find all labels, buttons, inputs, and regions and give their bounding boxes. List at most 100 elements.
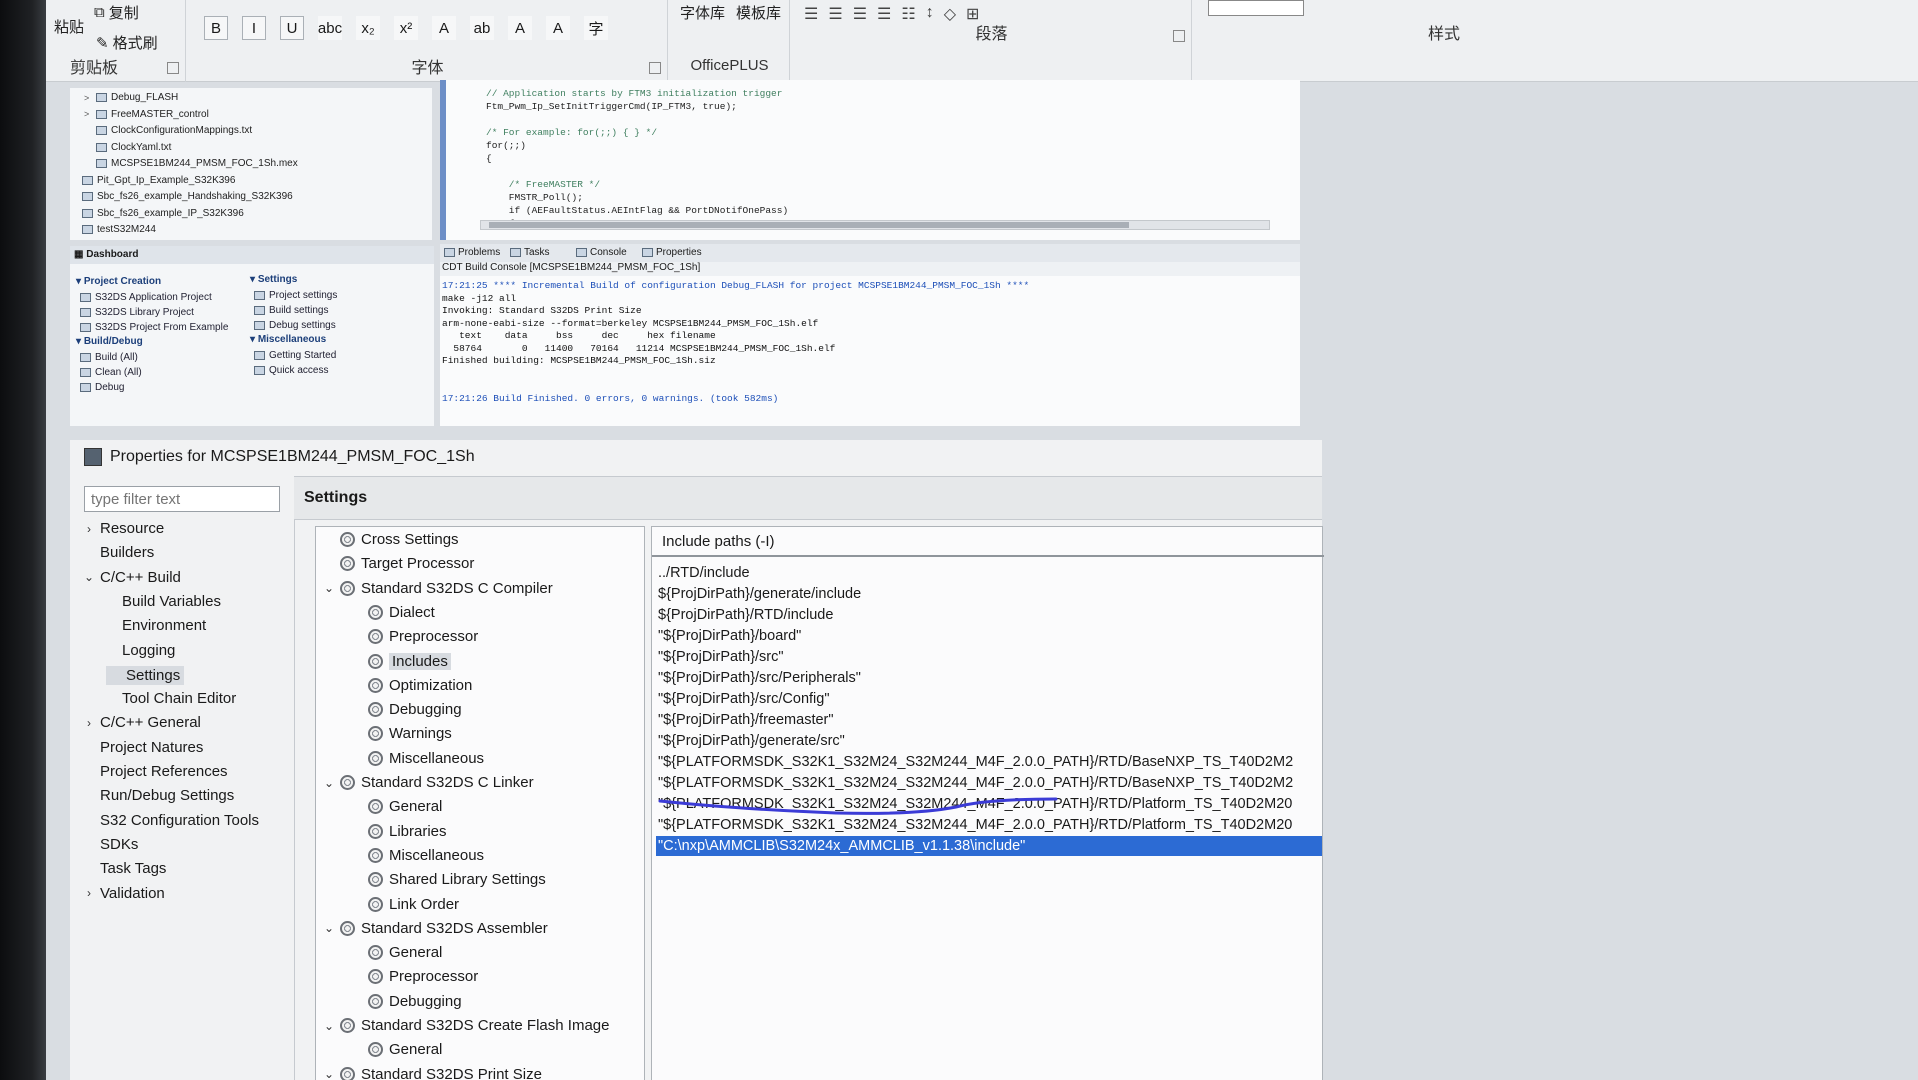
property-page-item[interactable]: Run/Debug Settings: [84, 787, 234, 804]
project-creation-title[interactable]: ▾ Project Creation: [76, 276, 161, 287]
tool-setting-item[interactable]: Preprocessor: [352, 968, 478, 985]
property-page-item[interactable]: › Validation: [84, 885, 165, 902]
expand-chevron-icon[interactable]: ›: [84, 716, 94, 730]
console-tab[interactable]: Properties: [642, 247, 702, 258]
tool-setting-item[interactable]: Dialect: [352, 604, 435, 621]
editor-horizontal-scrollbar[interactable]: [480, 220, 1270, 230]
font-format-button[interactable]: 字: [584, 16, 608, 40]
project-tree-item[interactable]: > FreeMASTER_control: [84, 109, 209, 120]
dashboard-tab[interactable]: ▦ Dashboard: [70, 246, 434, 264]
dashboard-item[interactable]: Build (All): [80, 352, 138, 363]
copy-button[interactable]: ⧉ 复制: [94, 2, 139, 23]
font-launcher[interactable]: [649, 62, 661, 74]
project-tree-item[interactable]: ClockConfigurationMappings.txt: [84, 125, 252, 136]
expand-chevron-icon[interactable]: ›: [84, 522, 94, 536]
project-tree-item[interactable]: ClockYaml.txt: [84, 142, 171, 153]
paragraph-launcher[interactable]: [1173, 30, 1185, 42]
font-format-button[interactable]: B: [204, 16, 228, 40]
tool-setting-item[interactable]: General: [352, 944, 442, 961]
tool-setting-item[interactable]: Link Order: [352, 896, 459, 913]
format-painter-button[interactable]: ✎ 格式刷: [96, 32, 158, 53]
tool-setting-item[interactable]: ⌄ Standard S32DS Assembler: [324, 920, 548, 937]
property-page-item[interactable]: Settings: [106, 665, 185, 685]
dashboard-item[interactable]: Quick access: [254, 365, 328, 376]
include-path-item[interactable]: "${ProjDirPath}/generate/src": [656, 731, 1322, 751]
paste-button[interactable]: 粘贴: [54, 16, 84, 37]
settings-title[interactable]: ▾ Settings: [250, 274, 297, 285]
include-path-item[interactable]: "${ProjDirPath}/src/Config": [656, 689, 1322, 709]
dashboard-item[interactable]: Clean (All): [80, 367, 142, 378]
dashboard-item[interactable]: S32DS Project From Example: [80, 322, 228, 333]
dashboard-item[interactable]: S32DS Library Project: [80, 307, 194, 318]
tool-setting-item[interactable]: Miscellaneous: [352, 750, 484, 767]
font-format-button[interactable]: A: [508, 16, 532, 40]
include-path-item[interactable]: "C:\nxp\AMMCLIB\S32M24x_AMMCLIB_v1.1.38\…: [656, 836, 1322, 856]
expand-chevron-icon[interactable]: ⌄: [324, 581, 334, 595]
dashboard-item[interactable]: Project settings: [254, 290, 337, 301]
tree-toggle-icon[interactable]: >: [84, 109, 92, 119]
misc-title[interactable]: ▾ Miscellaneous: [250, 334, 326, 345]
property-page-item[interactable]: Builders: [84, 544, 154, 561]
tool-setting-item[interactable]: Libraries: [352, 823, 447, 840]
tool-setting-item[interactable]: Miscellaneous: [352, 847, 484, 864]
project-tree-item[interactable]: Pit_Gpt_Ip_Example_S32K396: [70, 175, 235, 186]
expand-chevron-icon[interactable]: ⌄: [84, 570, 94, 584]
tool-setting-item[interactable]: Includes: [352, 652, 451, 670]
console-tab[interactable]: Tasks: [510, 247, 550, 258]
font-format-button[interactable]: I: [242, 16, 266, 40]
dashboard-item[interactable]: Debug: [80, 382, 124, 393]
template-lib-button[interactable]: 模板库: [736, 2, 781, 23]
dashboard-item[interactable]: Debug settings: [254, 320, 336, 331]
font-format-button[interactable]: x²: [394, 16, 418, 40]
include-path-item[interactable]: "${ProjDirPath}/src/Peripherals": [656, 668, 1322, 688]
include-path-item[interactable]: ../RTD/include: [656, 563, 1322, 583]
dashboard-item[interactable]: Getting Started: [254, 350, 336, 361]
expand-chevron-icon[interactable]: ›: [84, 886, 94, 900]
include-path-item[interactable]: "${PLATFORMSDK_S32K1_S32M24_S32M244_M4F_…: [656, 752, 1322, 772]
project-tree-item[interactable]: testS32M244: [70, 224, 156, 235]
property-page-item[interactable]: Logging: [106, 642, 175, 659]
console-tab[interactable]: Problems: [444, 247, 500, 258]
include-path-item[interactable]: ${ProjDirPath}/generate/include: [656, 584, 1322, 604]
include-path-item[interactable]: "${ProjDirPath}/freemaster": [656, 710, 1322, 730]
property-page-item[interactable]: › C/C++ General: [84, 714, 201, 731]
tool-setting-item[interactable]: ⌄ Standard S32DS Create Flash Image: [324, 1017, 609, 1034]
console-tab[interactable]: Console: [576, 247, 627, 258]
project-tree-item[interactable]: > Debug_FLASH: [84, 92, 178, 103]
tool-setting-item[interactable]: Optimization: [352, 677, 472, 694]
property-page-item[interactable]: Build Variables: [106, 593, 221, 610]
property-page-item[interactable]: S32 Configuration Tools: [84, 812, 259, 829]
tool-setting-item[interactable]: Debugging: [352, 993, 462, 1010]
scroll-thumb[interactable]: [489, 222, 1129, 228]
tree-toggle-icon[interactable]: >: [84, 93, 92, 103]
font-format-button[interactable]: x₂: [356, 16, 380, 40]
tool-setting-item[interactable]: Shared Library Settings: [352, 871, 546, 888]
font-format-button[interactable]: A: [432, 16, 456, 40]
font-lib-button[interactable]: 字体库: [680, 2, 725, 23]
font-format-button[interactable]: U: [280, 16, 304, 40]
expand-chevron-icon[interactable]: ⌄: [324, 921, 334, 935]
font-format-button[interactable]: A: [546, 16, 570, 40]
property-page-item[interactable]: ⌄ C/C++ Build: [84, 569, 181, 586]
property-page-item[interactable]: Project References: [84, 763, 228, 780]
build-debug-title[interactable]: ▾ Build/Debug: [76, 336, 143, 347]
dashboard-item[interactable]: S32DS Application Project: [80, 292, 212, 303]
project-tree-item[interactable]: Sbc_fs26_example_IP_S32K396: [70, 208, 244, 219]
filter-input[interactable]: [84, 486, 280, 512]
tool-setting-item[interactable]: Target Processor: [324, 555, 474, 572]
tool-setting-item[interactable]: Preprocessor: [352, 628, 478, 645]
include-path-item[interactable]: "${ProjDirPath}/board": [656, 626, 1322, 646]
property-page-item[interactable]: SDKs: [84, 836, 138, 853]
include-path-item[interactable]: "${ProjDirPath}/src": [656, 647, 1322, 667]
font-format-button[interactable]: ab: [470, 16, 494, 40]
tool-setting-item[interactable]: ⌄ Standard S32DS Print Size: [324, 1066, 542, 1080]
tool-setting-item[interactable]: Warnings: [352, 725, 452, 742]
dashboard-item[interactable]: Build settings: [254, 305, 328, 316]
property-page-item[interactable]: Tool Chain Editor: [106, 690, 236, 707]
clipboard-launcher[interactable]: [167, 62, 179, 74]
tool-setting-item[interactable]: ⌄ Standard S32DS C Linker: [324, 774, 534, 791]
font-format-button[interactable]: abc: [318, 16, 342, 40]
include-path-item[interactable]: "${PLATFORMSDK_S32K1_S32M24_S32M244_M4F_…: [656, 773, 1322, 793]
project-tree-item[interactable]: MCSPSE1BM244_PMSM_FOC_1Sh.mex: [84, 158, 298, 169]
property-page-item[interactable]: Environment: [106, 617, 206, 634]
